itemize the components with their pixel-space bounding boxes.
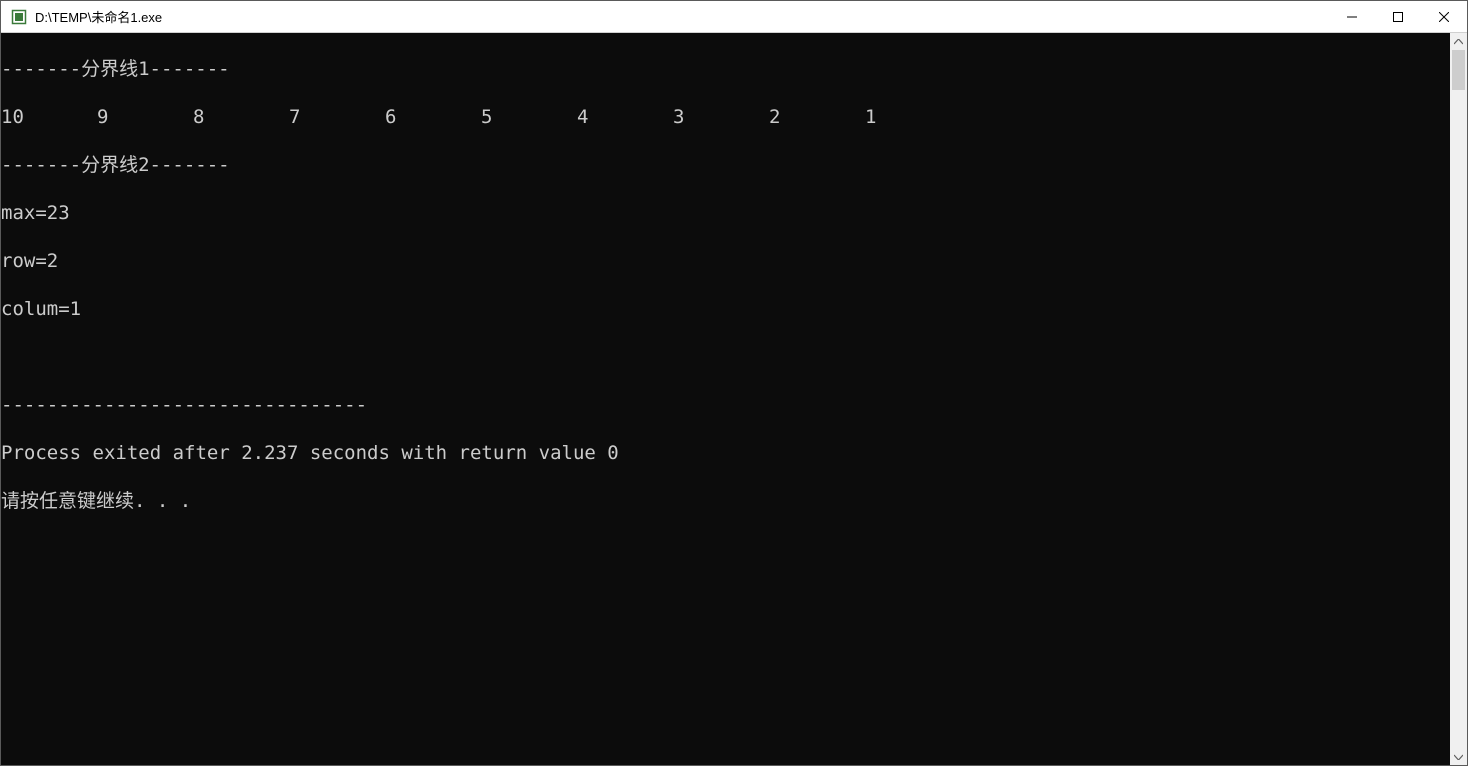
- num-cell: 8: [193, 105, 289, 129]
- num-cell: 7: [289, 105, 385, 129]
- output-line: --------------------------------: [1, 393, 1450, 417]
- console-output: -------分界线1------- 10987654321 -------分界…: [1, 33, 1450, 765]
- output-line: colum=1: [1, 297, 1450, 321]
- client-area: -------分界线1------- 10987654321 -------分界…: [1, 33, 1467, 765]
- vertical-scrollbar[interactable]: [1450, 33, 1467, 765]
- title-bar[interactable]: D:\TEMP\未命名1.exe: [1, 1, 1467, 33]
- scrollbar-thumb[interactable]: [1452, 50, 1465, 90]
- num-cell: 5: [481, 105, 577, 129]
- num-cell: 6: [385, 105, 481, 129]
- app-icon: [11, 9, 27, 25]
- maximize-button[interactable]: [1375, 1, 1421, 33]
- num-cell: 10: [1, 105, 97, 129]
- minimize-button[interactable]: [1329, 1, 1375, 33]
- close-button[interactable]: [1421, 1, 1467, 33]
- output-line: Process exited after 2.237 seconds with …: [1, 441, 1450, 465]
- num-cell: 3: [673, 105, 769, 129]
- app-window: D:\TEMP\未命名1.exe -------分界线1------- 1098…: [0, 0, 1468, 766]
- scroll-up-button[interactable]: [1450, 33, 1467, 50]
- output-line: row=2: [1, 249, 1450, 273]
- num-cell: 9: [97, 105, 193, 129]
- output-line: max=23: [1, 201, 1450, 225]
- scroll-down-button[interactable]: [1450, 748, 1467, 765]
- num-cell: 4: [577, 105, 673, 129]
- num-cell: 1: [865, 105, 961, 129]
- scrollbar-track[interactable]: [1450, 50, 1467, 748]
- output-number-row: 10987654321: [1, 105, 1450, 129]
- window-title: D:\TEMP\未命名1.exe: [35, 7, 162, 26]
- output-line: -------分界线2-------: [1, 153, 1450, 177]
- output-line: [1, 345, 1450, 369]
- num-cell: 2: [769, 105, 865, 129]
- output-line: 请按任意键继续. . .: [1, 489, 1450, 513]
- output-line: -------分界线1-------: [1, 57, 1450, 81]
